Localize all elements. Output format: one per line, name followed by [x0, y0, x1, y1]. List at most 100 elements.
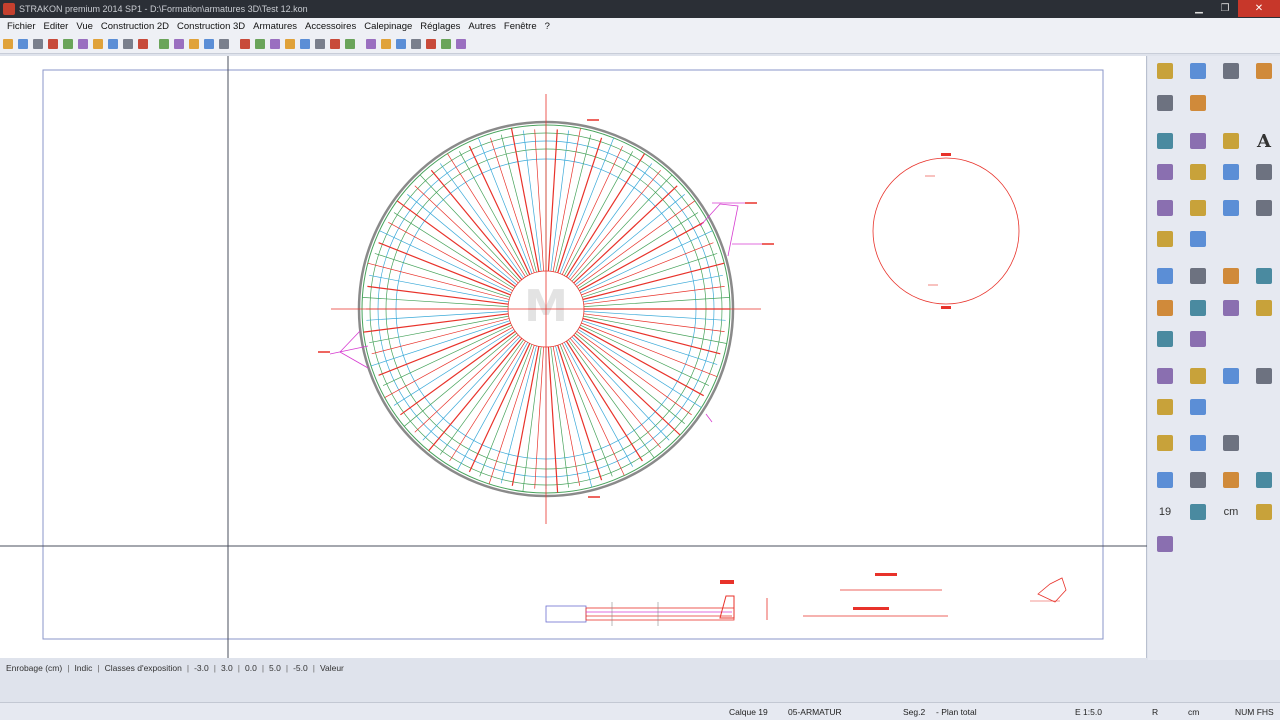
wall-button[interactable] [1218, 263, 1244, 289]
cone-button[interactable] [1185, 430, 1211, 456]
measure-icon[interactable] [381, 38, 391, 49]
copy-block-button[interactable] [1218, 195, 1244, 221]
shape-button[interactable] [1251, 363, 1277, 389]
text-button[interactable]: A [1251, 128, 1277, 154]
bar-schedule-details[interactable] [803, 573, 1067, 617]
group-button[interactable] [1152, 226, 1178, 252]
circle-button[interactable] [1218, 128, 1244, 154]
plan-indicator[interactable]: - Plan total [936, 707, 977, 717]
status-value-3[interactable]: 0.0 [245, 663, 257, 673]
status-value-4[interactable]: 5.0 [269, 663, 281, 673]
secondary-circle-view[interactable] [872, 153, 1020, 309]
plane-button[interactable] [1185, 295, 1211, 321]
layout-icon[interactable] [63, 38, 73, 49]
page-button[interactable] [1152, 195, 1178, 221]
menu-reglages[interactable]: Réglages [416, 21, 464, 32]
delete-yellow-button[interactable] [1152, 58, 1178, 84]
layer-icon[interactable] [159, 38, 169, 49]
status-value-1[interactable]: -3.0 [194, 663, 209, 673]
cross-icon[interactable] [411, 38, 421, 49]
table-button[interactable] [1185, 90, 1211, 116]
layer-number[interactable]: Calque 19 [729, 707, 768, 717]
mark-icon[interactable] [396, 38, 406, 49]
zoom-fit-icon[interactable] [330, 38, 340, 49]
segment-indicator[interactable]: Seg.2 [903, 707, 925, 717]
cube-button[interactable] [1251, 295, 1277, 321]
menu-fichier[interactable]: Fichier [3, 21, 40, 32]
rebar-list-button[interactable] [1152, 90, 1178, 116]
filter-icon[interactable] [441, 38, 451, 49]
frame-button[interactable] [1218, 430, 1244, 456]
paste-icon[interactable] [93, 38, 103, 49]
snap-icon[interactable] [366, 38, 376, 49]
edit-box-button[interactable] [1185, 467, 1211, 493]
sheet-button[interactable] [1251, 195, 1277, 221]
zoom-prev-icon[interactable] [300, 38, 310, 49]
undo-icon[interactable] [204, 38, 214, 49]
status-label-classes[interactable]: Classes d'exposition [105, 663, 182, 673]
block-button[interactable] [1185, 195, 1211, 221]
line-button[interactable] [1152, 128, 1178, 154]
move-button[interactable] [1218, 467, 1244, 493]
menu-autres[interactable]: Autres [464, 21, 499, 32]
section-detail[interactable] [545, 580, 768, 626]
box-button[interactable] [1152, 467, 1178, 493]
new-file-icon[interactable] [3, 38, 13, 49]
zoom-in-icon[interactable] [240, 38, 250, 49]
dimension-label-button[interactable] [1152, 159, 1178, 185]
minimize-button[interactable]: ▁ [1186, 0, 1212, 17]
pan-icon[interactable] [345, 38, 355, 49]
save-icon[interactable] [33, 38, 43, 49]
zoom-window-icon[interactable] [270, 38, 280, 49]
solid-group-button[interactable] [1152, 326, 1178, 352]
arrow-left-icon[interactable] [189, 38, 199, 49]
tools-icon[interactable] [456, 38, 466, 49]
menu-armatures[interactable]: Armatures [249, 21, 301, 32]
open-file-icon[interactable] [18, 38, 28, 49]
rectangle-button[interactable] [1185, 128, 1211, 154]
redo-icon[interactable] [219, 38, 229, 49]
range-button[interactable] [1185, 499, 1211, 525]
copy-icon[interactable] [78, 38, 88, 49]
drawing-svg[interactable]: M [0, 56, 1147, 678]
menu-editer[interactable]: Editer [40, 21, 73, 32]
circular-rebar-plan[interactable]: M [318, 94, 774, 524]
scale-indicator[interactable]: E 1:5.0 [1075, 707, 1102, 717]
beam-button[interactable] [1251, 263, 1277, 289]
column-button[interactable] [1185, 263, 1211, 289]
menu-fenetre[interactable]: Fenêtre [500, 21, 541, 32]
window-button[interactable] [1185, 226, 1211, 252]
drawing-canvas[interactable]: M [0, 56, 1147, 678]
volume-button[interactable] [1218, 295, 1244, 321]
area-button[interactable] [1218, 159, 1244, 185]
solid-button[interactable] [1185, 159, 1211, 185]
status-label-valeur[interactable]: Valeur [320, 663, 344, 673]
layer-name[interactable]: 05-ARMATUR [788, 707, 842, 717]
import-button[interactable] [1152, 430, 1178, 456]
prism-button[interactable] [1152, 263, 1178, 289]
status-value-2[interactable]: 3.0 [221, 663, 233, 673]
edit-solid-button[interactable] [1185, 326, 1211, 352]
zoom-all-icon[interactable] [285, 38, 295, 49]
menu-construction-2d[interactable]: Construction 2D [97, 21, 173, 32]
view3d-button[interactable] [1185, 394, 1211, 420]
print-icon[interactable] [48, 38, 58, 49]
zoom-out-icon[interactable] [255, 38, 265, 49]
menu-calepinage[interactable]: Calepinage [360, 21, 416, 32]
settings-icon[interactable] [123, 38, 133, 49]
hatch-button[interactable] [1251, 159, 1277, 185]
stirrup-button[interactable] [1185, 363, 1211, 389]
status-value-5[interactable]: -5.0 [293, 663, 308, 673]
folder-button[interactable] [1152, 531, 1178, 557]
dimension-button[interactable] [1251, 58, 1277, 84]
view-icon[interactable] [108, 38, 118, 49]
menu-help[interactable]: ? [541, 21, 554, 32]
anchor-button[interactable] [1218, 363, 1244, 389]
bar-button[interactable] [1152, 363, 1178, 389]
search-button[interactable] [1251, 467, 1277, 493]
delete-button[interactable] [1185, 58, 1211, 84]
zoom-next-icon[interactable] [315, 38, 325, 49]
menu-construction-3d[interactable]: Construction 3D [173, 21, 249, 32]
grid-icon[interactable] [138, 38, 148, 49]
status-label-enrobage[interactable]: Enrobage (cm) [6, 663, 62, 673]
